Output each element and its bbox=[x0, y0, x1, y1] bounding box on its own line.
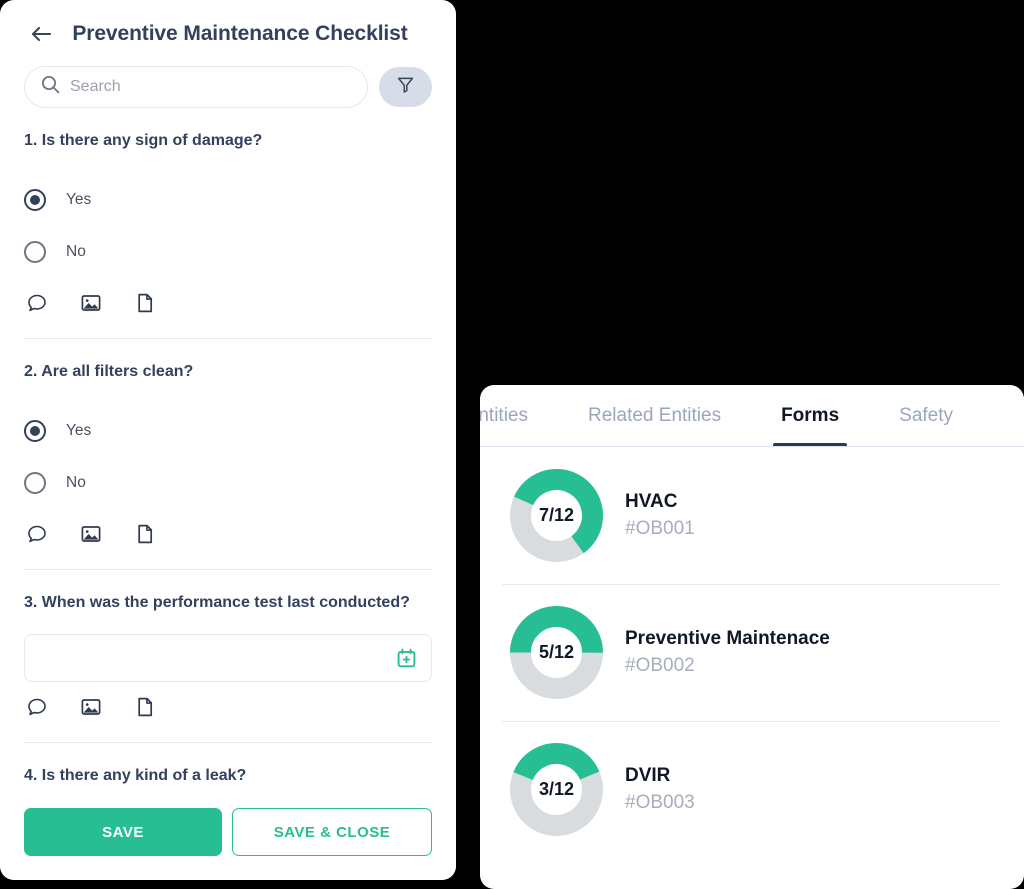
form-code: #OB002 bbox=[625, 655, 695, 676]
forms-list: 7/12 HVAC #OB001 5/12 Preventive Mainten… bbox=[480, 447, 1024, 858]
tab-related-entities-clipped[interactable]: ted Entities bbox=[480, 385, 558, 447]
form-name: Preventive Maintenace bbox=[625, 628, 830, 649]
radio-icon-unselected bbox=[24, 472, 46, 495]
image-icon[interactable] bbox=[78, 521, 104, 547]
question-item: 4. Is there any kind of a leak? bbox=[24, 743, 432, 787]
radio-option-yes[interactable]: Yes bbox=[24, 174, 432, 226]
tabs-scroll[interactable]: ted Entities Related Entities Forms Safe… bbox=[480, 385, 983, 447]
attachment-row bbox=[24, 521, 432, 551]
calendar-plus-icon[interactable] bbox=[395, 647, 417, 669]
question-text: 3. When was the performance test last co… bbox=[24, 594, 410, 612]
form-list-item[interactable]: 5/12 Preventive Maintenace #OB002 bbox=[480, 584, 1024, 721]
radio-icon-selected bbox=[24, 189, 46, 212]
form-name: HVAC bbox=[625, 491, 678, 512]
document-icon[interactable] bbox=[132, 521, 158, 547]
forms-panel: ted Entities Related Entities Forms Safe… bbox=[480, 385, 1024, 889]
filter-icon bbox=[397, 76, 414, 98]
question-options: Yes No bbox=[24, 174, 432, 278]
radio-icon-unselected bbox=[24, 241, 46, 264]
search-row: Search bbox=[24, 66, 432, 108]
image-icon[interactable] bbox=[78, 694, 104, 720]
document-icon[interactable] bbox=[132, 290, 158, 316]
form-list-item[interactable]: 3/12 DVIR #OB003 bbox=[480, 721, 1024, 858]
search-placeholder: Search bbox=[70, 78, 121, 95]
option-label: Yes bbox=[66, 422, 92, 440]
radio-option-yes[interactable]: Yes bbox=[24, 405, 432, 457]
screen-root: Preventive Maintenance Checklist Search bbox=[0, 0, 1024, 889]
date-input[interactable] bbox=[24, 634, 432, 683]
form-list-item[interactable]: 7/12 HVAC #OB001 bbox=[480, 447, 1024, 584]
attachment-row bbox=[24, 290, 432, 320]
filter-button[interactable] bbox=[379, 67, 432, 107]
progress-donut: 5/12 bbox=[510, 606, 603, 699]
save-and-close-button[interactable]: SAVE & CLOSE bbox=[232, 808, 432, 856]
checklist-card: Preventive Maintenance Checklist Search bbox=[0, 0, 456, 880]
question-item: 3. When was the performance test last co… bbox=[24, 570, 432, 744]
save-button[interactable]: SAVE bbox=[24, 808, 222, 856]
form-code: #OB003 bbox=[625, 792, 695, 813]
question-options: Yes No bbox=[24, 405, 432, 509]
option-label: Yes bbox=[66, 191, 92, 209]
image-icon[interactable] bbox=[78, 290, 104, 316]
progress-donut: 3/12 bbox=[510, 743, 603, 836]
checklist-scroll-area[interactable]: Preventive Maintenance Checklist Search bbox=[0, 0, 456, 788]
comment-icon[interactable] bbox=[24, 290, 50, 316]
progress-label: 7/12 bbox=[538, 505, 575, 525]
question-item: 1. Is there any sign of damage? Yes No bbox=[24, 108, 432, 340]
question-text: 1. Is there any sign of damage? bbox=[24, 132, 263, 149]
form-meta: Preventive Maintenace #OB002 bbox=[625, 628, 830, 677]
radio-icon-selected bbox=[24, 420, 46, 443]
tab-bar: ted Entities Related Entities Forms Safe… bbox=[480, 385, 1024, 447]
form-code: #OB001 bbox=[625, 518, 695, 539]
checklist-footer: SAVE SAVE & CLOSE bbox=[0, 788, 456, 880]
attachment-row bbox=[24, 694, 432, 724]
tab-forms[interactable]: Forms bbox=[751, 385, 869, 447]
question-text: 4. Is there any kind of a leak? bbox=[24, 767, 247, 785]
search-input[interactable]: Search bbox=[24, 66, 368, 108]
form-meta: DVIR #OB003 bbox=[625, 765, 695, 814]
question-item: 2. Are all filters clean? Yes No bbox=[24, 339, 432, 571]
tab-related-entities[interactable]: Related Entities bbox=[558, 385, 751, 447]
tab-safety[interactable]: Safety bbox=[869, 385, 983, 447]
radio-option-no[interactable]: No bbox=[24, 226, 432, 278]
form-meta: HVAC #OB001 bbox=[625, 491, 695, 540]
checklist-header: Preventive Maintenance Checklist bbox=[24, 0, 432, 62]
progress-label: 5/12 bbox=[538, 642, 575, 662]
option-label: No bbox=[66, 474, 86, 492]
progress-donut: 7/12 bbox=[510, 469, 603, 562]
arrow-left-icon[interactable] bbox=[24, 17, 58, 51]
comment-icon[interactable] bbox=[24, 521, 50, 547]
comment-icon[interactable] bbox=[24, 694, 50, 720]
option-label: No bbox=[66, 243, 86, 261]
question-text: 2. Are all filters clean? bbox=[24, 363, 194, 381]
radio-option-no[interactable]: No bbox=[24, 457, 432, 509]
page-title: Preventive Maintenance Checklist bbox=[72, 22, 408, 45]
form-name: DVIR bbox=[625, 765, 671, 786]
document-icon[interactable] bbox=[132, 694, 158, 720]
search-icon bbox=[41, 75, 60, 99]
progress-label: 3/12 bbox=[538, 779, 575, 799]
